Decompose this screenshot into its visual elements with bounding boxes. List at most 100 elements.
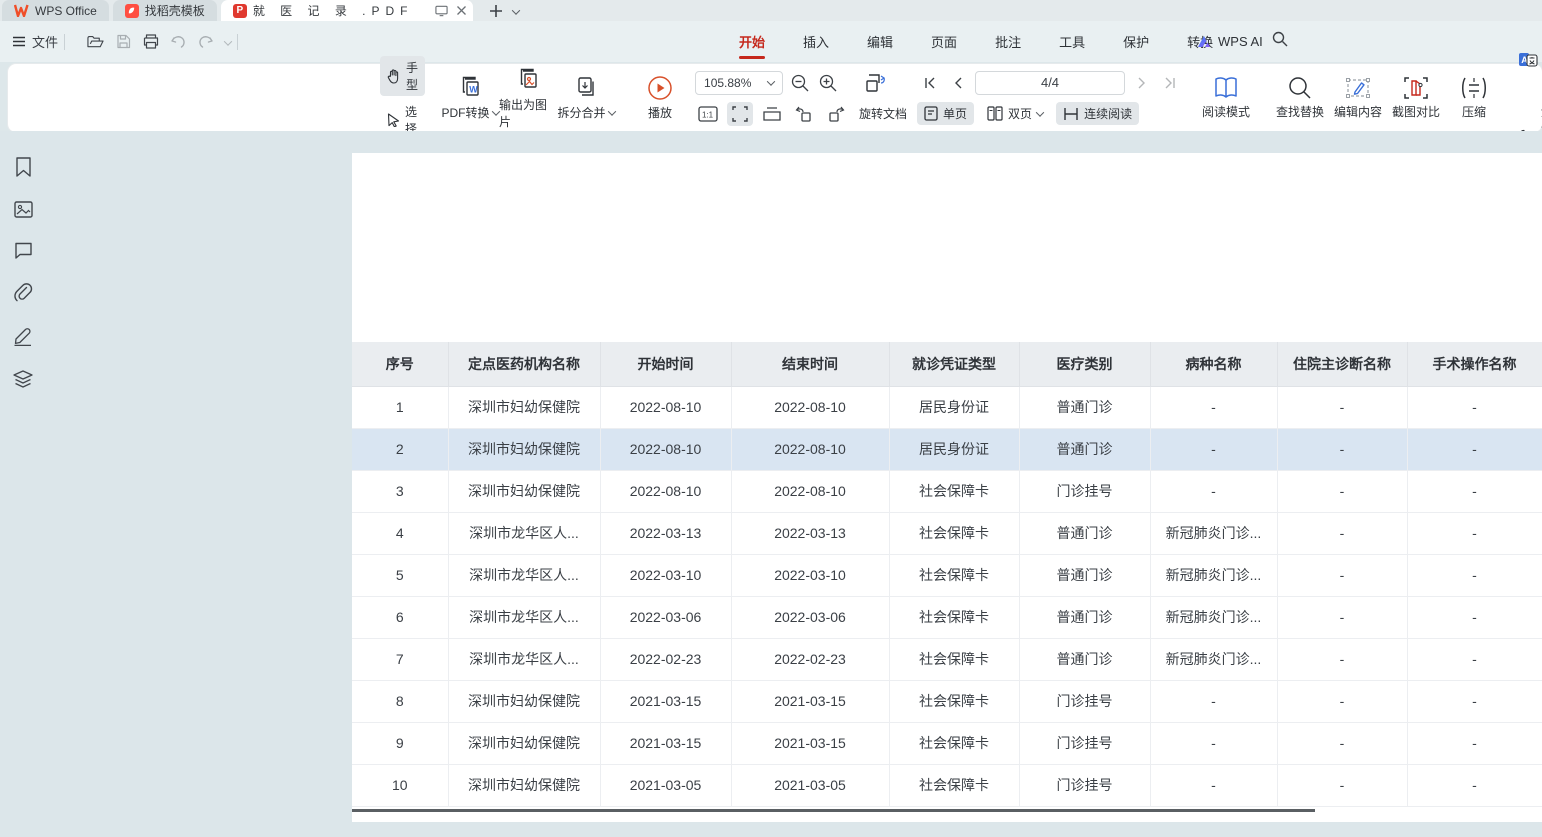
table-cell: -: [1407, 722, 1542, 764]
table-cell: 2022-03-13: [600, 512, 731, 554]
table-cell: 门诊挂号: [1019, 764, 1150, 806]
menu-tab-page[interactable]: 页面: [929, 28, 959, 55]
thumbnail-panel-icon[interactable]: [14, 201, 33, 218]
table-cell: -: [1277, 680, 1407, 722]
actual-size-button[interactable]: 1:1: [695, 102, 721, 126]
rotate-right-icon[interactable]: [823, 102, 849, 126]
tab-wps-home[interactable]: WPS Office: [2, 0, 109, 21]
hand-tool-button[interactable]: 手型: [380, 56, 425, 96]
first-page-icon[interactable]: [919, 72, 941, 94]
rotate-doc-label[interactable]: 旋转文档: [859, 105, 907, 122]
hamburger-icon: [12, 36, 26, 47]
read-mode-button[interactable]: 阅读模式: [1197, 68, 1255, 128]
table-cell: 2021-03-15: [731, 680, 889, 722]
close-tab-icon[interactable]: [456, 5, 467, 16]
table-cell: 2022-03-06: [600, 596, 731, 638]
table-cell: 门诊挂号: [1019, 722, 1150, 764]
document-workspace: 序号 定点医药机构名称 开始时间 结束时间 就诊凭证类型 医疗类别 病种名称 住…: [0, 131, 1542, 837]
tab-list-chevron-icon[interactable]: [513, 2, 519, 20]
comment-panel-icon[interactable]: [14, 242, 33, 259]
last-page-icon[interactable]: [1159, 72, 1181, 94]
bookmark-icon[interactable]: [15, 157, 32, 177]
table-cell: 社会保障卡: [889, 680, 1019, 722]
undo-icon[interactable]: [171, 35, 186, 48]
table-cell: 社会保障卡: [889, 638, 1019, 680]
pdf-page[interactable]: 序号 定点医药机构名称 开始时间 结束时间 就诊凭证类型 医疗类别 病种名称 住…: [352, 153, 1542, 822]
compress-label: 压缩: [1462, 103, 1486, 120]
wps-ai-button[interactable]: WPS AI: [1196, 21, 1263, 62]
full-translate-button[interactable]: A 全文翻译: [1511, 22, 1542, 96]
export-image-button[interactable]: 输出为图片: [499, 68, 557, 128]
table-cell: 普通门诊: [1019, 638, 1150, 680]
table-cell: 普通门诊: [1019, 554, 1150, 596]
double-page-icon: [987, 106, 1003, 121]
page-number-input[interactable]: 4/4: [975, 71, 1125, 95]
table-header-row: 序号 定点医药机构名称 开始时间 结束时间 就诊凭证类型 医疗类别 病种名称 住…: [352, 342, 1542, 386]
split-merge-button[interactable]: 拆分合并: [557, 68, 615, 128]
table-cell: -: [1407, 596, 1542, 638]
full-translate-icon: A: [1518, 52, 1538, 67]
pdf-file-icon: P: [233, 4, 247, 18]
fit-width-button[interactable]: [759, 102, 785, 126]
find-replace-button[interactable]: 查找替换: [1271, 68, 1329, 128]
layers-icon[interactable]: [13, 370, 33, 389]
file-menu[interactable]: 文件: [12, 32, 58, 51]
single-page-button[interactable]: 单页: [917, 102, 974, 125]
quickbar-chevron-icon[interactable]: [225, 34, 231, 49]
redo-icon[interactable]: [198, 35, 213, 48]
tab-docer-templates[interactable]: 找稻壳模板: [113, 0, 217, 21]
compress-button[interactable]: 压缩: [1445, 68, 1503, 128]
table-cell: 新冠肺炎门诊...: [1150, 638, 1277, 680]
tab-document-pdf[interactable]: P 就 医 记 录 .PDF: [221, 0, 474, 21]
zoom-in-icon[interactable]: [817, 72, 839, 94]
new-tab-icon[interactable]: [489, 4, 503, 18]
table-row: 7深圳市龙华区人...2022-02-232022-02-23社会保障卡普通门诊…: [352, 638, 1542, 680]
attachment-icon[interactable]: [13, 283, 33, 302]
menu-tab-insert[interactable]: 插入: [801, 28, 831, 55]
double-page-button[interactable]: 双页: [980, 102, 1050, 125]
prev-page-icon[interactable]: [947, 72, 969, 94]
table-cell: 深圳市龙华区人...: [448, 596, 600, 638]
rotate-left-icon[interactable]: [791, 102, 817, 126]
print-icon[interactable]: [143, 34, 159, 49]
table-cell: -: [1277, 596, 1407, 638]
table-cell: -: [1277, 386, 1407, 428]
menu-tab-edit[interactable]: 编辑: [865, 28, 895, 55]
edit-content-button[interactable]: 编辑内容: [1329, 68, 1387, 128]
fit-page-button[interactable]: [727, 102, 753, 126]
screenshot-compare-button[interactable]: 截图对比: [1387, 68, 1445, 128]
file-menu-label: 文件: [32, 32, 58, 51]
table-cell: 2022-03-06: [731, 596, 889, 638]
table-cell: 深圳市龙华区人...: [448, 554, 600, 596]
menu-tab-home[interactable]: 开始: [737, 28, 767, 55]
menu-tab-comment[interactable]: 批注: [993, 28, 1023, 55]
table-cell: -: [1407, 512, 1542, 554]
zoom-level-select[interactable]: 105.88%: [695, 71, 783, 95]
replace-page-icon[interactable]: [865, 72, 887, 94]
menu-tab-protect[interactable]: 保护: [1121, 28, 1151, 55]
table-cell: 2022-08-10: [731, 386, 889, 428]
zoom-out-icon[interactable]: [789, 72, 811, 94]
table-cell: 新冠肺炎门诊...: [1150, 512, 1277, 554]
menu-search-icon[interactable]: [1272, 31, 1288, 47]
continuous-read-button[interactable]: 连续阅读: [1056, 102, 1139, 125]
split-merge-label: 拆分合并: [558, 104, 606, 121]
table-cell: 2022-08-10: [731, 428, 889, 470]
monitor-icon[interactable]: [435, 5, 448, 17]
save-icon[interactable]: [116, 34, 131, 49]
zoom-level-value: 105.88%: [704, 76, 751, 90]
table-cell: 1: [352, 386, 448, 428]
open-file-icon[interactable]: [87, 35, 104, 49]
pdf-convert-button[interactable]: W PDF转换: [441, 68, 499, 128]
table-row: 10深圳市妇幼保健院2021-03-052021-03-05社会保障卡门诊挂号-…: [352, 764, 1542, 806]
table-cell: 10: [352, 764, 448, 806]
table-cell: 2022-02-23: [600, 638, 731, 680]
signature-icon[interactable]: [13, 326, 33, 346]
table-cell: 5: [352, 554, 448, 596]
hand-tool-label: 手型: [406, 59, 418, 93]
edit-content-label: 编辑内容: [1334, 103, 1382, 120]
play-button[interactable]: 播放: [631, 68, 689, 128]
split-merge-icon: [573, 75, 599, 101]
menu-tab-tools[interactable]: 工具: [1057, 28, 1087, 55]
next-page-icon[interactable]: [1131, 72, 1153, 94]
